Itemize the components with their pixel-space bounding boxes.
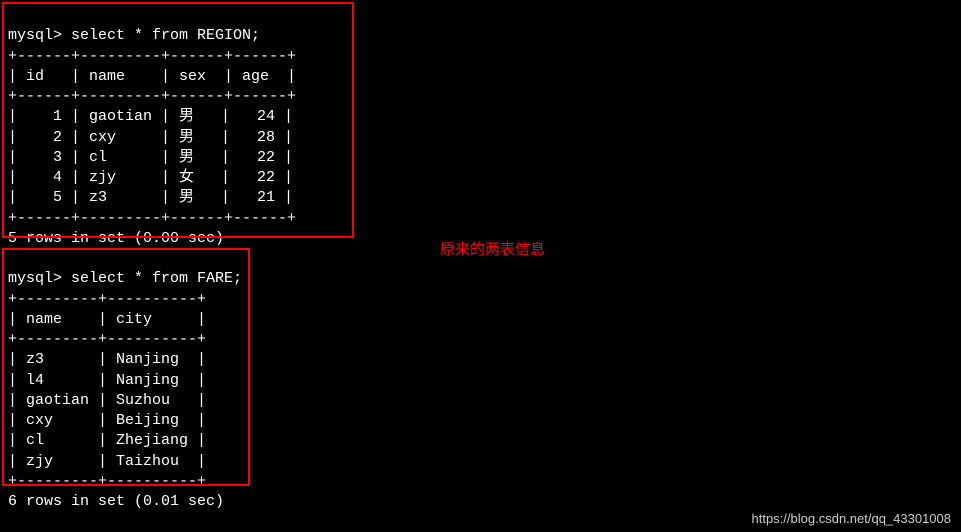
table2-row: | cxy | Beijing |: [8, 412, 206, 429]
table2-row: | l4 | Nanjing |: [8, 372, 206, 389]
table1-row: | 5 | z3 | 男 | 21 |: [8, 189, 293, 206]
prompt-line-1: mysql> select * from REGION;: [8, 27, 260, 44]
sql-query-2: select * from FARE;: [71, 270, 242, 287]
table1-divider-bottom: +------+---------+------+------+: [8, 210, 296, 227]
table2-divider-top: +---------+----------+: [8, 291, 206, 308]
table2-divider-mid: +---------+----------+: [8, 331, 206, 348]
table1-row: | 2 | cxy | 男 | 28 |: [8, 129, 293, 146]
mysql-prompt: mysql>: [8, 270, 71, 287]
table1-row: | 1 | gaotian | 男 | 24 |: [8, 108, 293, 125]
prompt-line-2: mysql> select * from FARE;: [8, 270, 242, 287]
table1-divider-mid: +------+---------+------+------+: [8, 88, 296, 105]
table1-divider-top: +------+---------+------+------+: [8, 48, 296, 65]
table2-footer: 6 rows in set (0.01 sec): [8, 493, 224, 510]
mysql-prompt: mysql>: [8, 27, 71, 44]
terminal-output: mysql> select * from REGION; +------+---…: [0, 0, 961, 518]
table2-header: | name | city |: [8, 311, 206, 328]
table1-row: | 3 | cl | 男 | 22 |: [8, 149, 293, 166]
watermark-text: https://blog.csdn.net/qq_43301008: [752, 511, 952, 526]
table2-row: | cl | Zhejiang |: [8, 432, 206, 449]
table2-row: | zjy | Taizhou |: [8, 453, 206, 470]
annotation-label: 原来的两表信息: [440, 238, 545, 259]
table2-row: | gaotian | Suzhou |: [8, 392, 206, 409]
table2-divider-bottom: +---------+----------+: [8, 473, 206, 490]
table2-row: | z3 | Nanjing |: [8, 351, 206, 368]
table1-row: | 4 | zjy | 女 | 22 |: [8, 169, 293, 186]
table1-footer: 5 rows in set (0.00 sec): [8, 230, 224, 247]
table1-header: | id | name | sex | age |: [8, 68, 296, 85]
sql-query-1: select * from REGION;: [71, 27, 260, 44]
